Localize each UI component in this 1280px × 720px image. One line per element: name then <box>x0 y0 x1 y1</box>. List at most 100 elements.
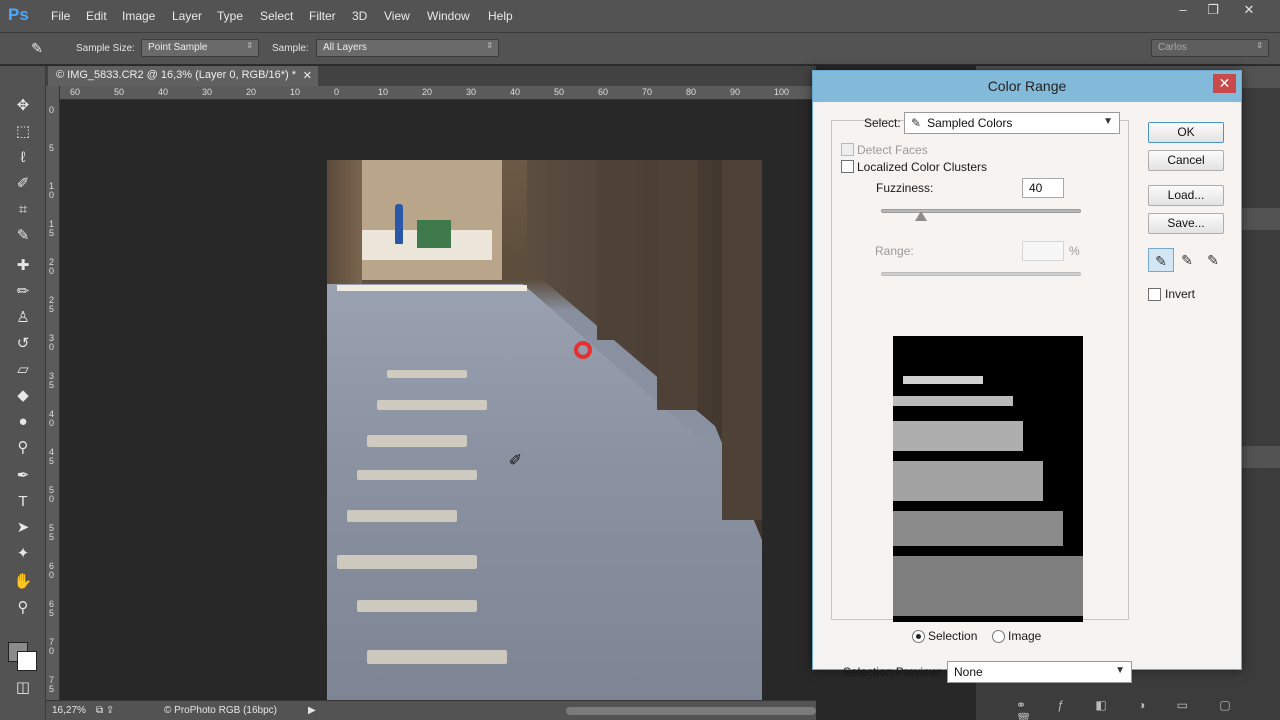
ruler-v-label: 2 0 <box>49 257 55 276</box>
photo-sun-patch <box>367 650 507 664</box>
invert-label: Invert <box>1165 287 1196 301</box>
path-select-icon[interactable]: ➤ <box>12 518 34 538</box>
menu-view[interactable]: View <box>384 9 410 23</box>
selection-radio[interactable] <box>912 630 925 643</box>
pen-icon[interactable]: ✒ <box>12 466 34 486</box>
eyedropper-icon[interactable]: ✎ <box>12 226 34 246</box>
ok-button[interactable]: OK <box>1148 122 1224 143</box>
tab-close-icon[interactable]: ✕ <box>303 69 312 82</box>
type-icon[interactable]: T <box>12 492 34 512</box>
sample-size-select[interactable]: Point Sample ⇳ <box>141 39 259 57</box>
menu-layer[interactable]: Layer <box>172 9 202 23</box>
cancel-button[interactable]: Cancel <box>1148 150 1224 171</box>
select-value: Sampled Colors <box>927 116 1013 130</box>
fuzziness-input[interactable]: 40 <box>1022 178 1064 198</box>
canvas-area[interactable]: ✎ <box>60 100 816 700</box>
eyedropper-add-icon[interactable]: ✎ <box>1174 248 1200 272</box>
restore-button[interactable]: ❐ <box>1198 2 1228 20</box>
status-bar: 16,27% ⧉ ⇪ © ProPhoto RGB (16bpc) ▶ <box>46 700 816 720</box>
layers-panel-icons[interactable]: ⚭ ƒ ◧ ◑ ▭ ▢ 🗑 <box>1016 698 1276 720</box>
menu-edit[interactable]: Edit <box>86 9 107 23</box>
move-icon[interactable]: ✥ <box>12 96 34 116</box>
selection-preview-combo[interactable]: None ▼ <box>947 661 1132 683</box>
preview-highlight <box>893 396 1013 406</box>
horizontal-scrollbar[interactable] <box>566 707 816 715</box>
photo-sun-patch <box>357 470 477 480</box>
eraser-icon[interactable]: ▱ <box>12 360 34 380</box>
eyedropper-subtract-icon[interactable]: ✎ <box>1200 248 1226 272</box>
photo-street[interactable]: ✎ <box>327 160 762 700</box>
status-menu-arrow-icon[interactable]: ▶ <box>308 705 316 716</box>
horizontal-ruler: 6050403020100102030405060708090100110120… <box>60 86 816 100</box>
ruler-v-label: 6 0 <box>49 561 55 580</box>
image-radio[interactable] <box>992 630 1005 643</box>
quick-select-icon[interactable]: ✐ <box>12 174 34 194</box>
selection-preview-thumbnail[interactable] <box>893 336 1083 622</box>
sample-size-value: Point Sample <box>148 42 208 53</box>
select-arrows-icon: ⇳ <box>486 41 493 50</box>
shape-icon[interactable]: ✦ <box>12 544 34 564</box>
invert-checkbox[interactable] <box>1148 288 1161 301</box>
close-window-button[interactable]: ✕ <box>1234 2 1264 20</box>
ruler-v-label: 2 5 <box>49 295 55 314</box>
ruler-h-label: 70 <box>642 87 653 97</box>
photoshop-window: Ps File Edit Image Layer Type Select Fil… <box>0 0 1280 720</box>
stamp-icon[interactable]: ♙ <box>12 308 34 328</box>
preview-highlight <box>893 421 1023 451</box>
menu-select[interactable]: Select <box>260 9 293 23</box>
quick-mask-icon[interactable]: ◫ <box>12 678 34 698</box>
save-button[interactable]: Save... <box>1148 213 1224 234</box>
select-combo[interactable]: ✎ Sampled Colors ▼ <box>904 112 1120 134</box>
ruler-h-label: 50 <box>114 87 125 97</box>
hand-icon[interactable]: ✋ <box>12 572 34 592</box>
menu-image[interactable]: Image <box>122 9 155 23</box>
blur-icon[interactable]: ● <box>12 412 34 432</box>
menu-window[interactable]: Window <box>427 9 470 23</box>
select-arrows-icon: ⇳ <box>1256 41 1263 50</box>
menu-3d[interactable]: 3D <box>352 9 367 23</box>
background-color-swatch[interactable] <box>17 651 37 671</box>
eyedropper-preset-icon[interactable]: ✎ <box>26 38 48 58</box>
selection-preview-label: Selection Preview: <box>843 665 942 679</box>
photo-bins <box>417 220 451 248</box>
fuzziness-slider[interactable] <box>881 209 1081 213</box>
select-label: Select: <box>864 116 901 130</box>
bucket-icon[interactable]: ◆ <box>12 386 34 406</box>
menu-filter[interactable]: Filter <box>309 9 336 23</box>
sample-select[interactable]: All Layers ⇳ <box>316 39 499 57</box>
eyedropper-sample-icon[interactable]: ✎ <box>1148 248 1174 272</box>
brush-icon[interactable]: ✏ <box>12 282 34 302</box>
localized-clusters-checkbox[interactable] <box>841 160 854 173</box>
photo-sun-patch <box>347 510 457 522</box>
sample-size-label: Sample Size: <box>76 43 135 54</box>
zoom-icon[interactable]: ⚲ <box>12 598 34 618</box>
sample-label: Sample: <box>272 43 309 54</box>
lasso-icon[interactable]: ℓ <box>12 148 34 168</box>
dodge-icon[interactable]: ⚲ <box>12 438 34 458</box>
ruler-h-label: 30 <box>466 87 477 97</box>
dialog-close-button[interactable]: ✕ <box>1213 74 1236 93</box>
eyedropper-small-icon: ✎ <box>911 116 922 130</box>
ruler-v-label: 7 5 <box>49 675 55 694</box>
marquee-icon[interactable]: ⬚ <box>12 122 34 142</box>
history-brush-icon[interactable]: ↺ <box>12 334 34 354</box>
minimize-button[interactable]: – <box>1168 2 1198 20</box>
color-profile: © ProPhoto RGB (16bpc) <box>164 705 277 716</box>
document-tab[interactable]: © IMG_5833.CR2 @ 16,3% (Layer 0, RGB/16*… <box>48 66 318 86</box>
select-arrows-icon: ⇳ <box>246 41 253 50</box>
localized-clusters-label: Localized Color Clusters <box>857 160 988 174</box>
photo-sun-patch <box>367 435 467 447</box>
menu-type[interactable]: Type <box>217 9 243 23</box>
healing-icon[interactable]: ✚ <box>12 256 34 276</box>
document-tab-label: © IMG_5833.CR2 @ 16,3% (Layer 0, RGB/16*… <box>56 69 296 81</box>
menu-help[interactable]: Help <box>488 9 513 23</box>
load-button[interactable]: Load... <box>1148 185 1224 206</box>
fuzziness-slider-thumb[interactable] <box>915 211 927 221</box>
zoom-level[interactable]: 16,27% <box>52 705 86 716</box>
workspace-select[interactable]: Carlos ⇳ <box>1151 39 1269 57</box>
ruler-h-label: 20 <box>422 87 433 97</box>
crop-icon[interactable]: ⌗ <box>12 200 34 220</box>
dialog-title[interactable]: Color Range <box>813 71 1241 102</box>
preview-highlight <box>903 376 983 384</box>
menu-file[interactable]: File <box>51 9 70 23</box>
